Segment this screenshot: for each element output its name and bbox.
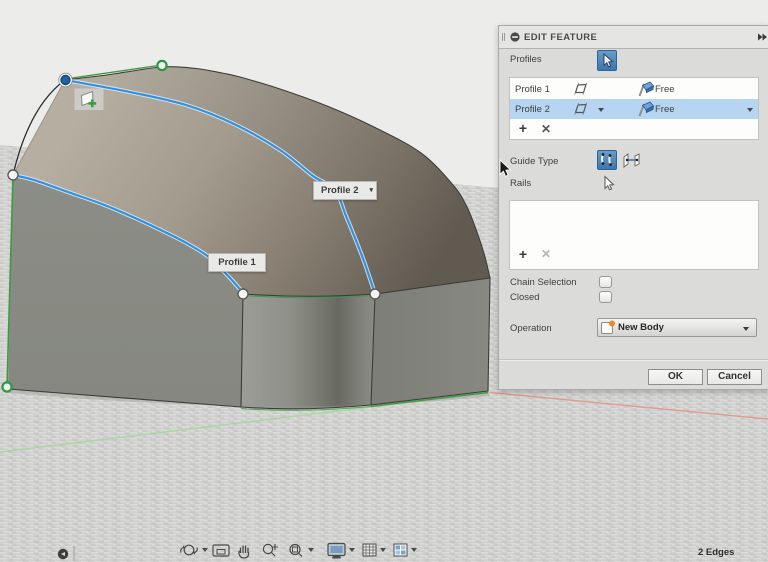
svg-text:✕: ✕ xyxy=(541,122,551,136)
svg-text:✕: ✕ xyxy=(541,247,551,261)
svg-text:+: + xyxy=(519,120,527,136)
svg-text:+: + xyxy=(519,246,527,262)
